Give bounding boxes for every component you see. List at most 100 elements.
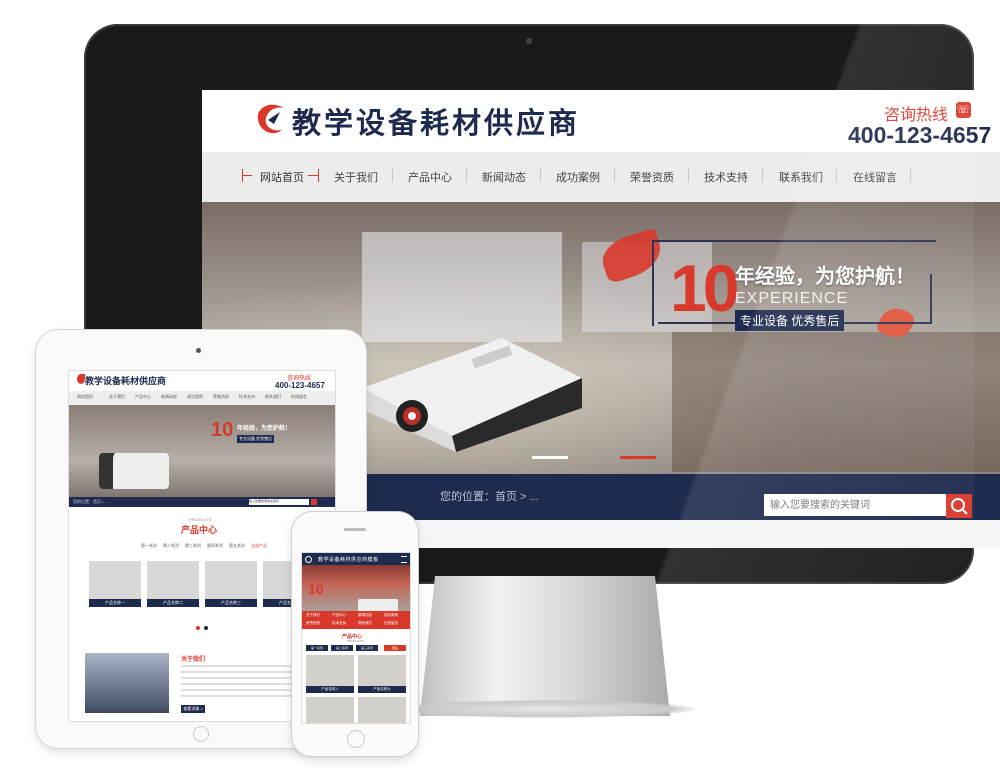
tablet-nav-item[interactable]: 关于我们 — [109, 394, 125, 400]
nav-item-contact[interactable]: 联系我们 — [779, 169, 823, 185]
product-tab[interactable]: 第二系列 — [331, 645, 353, 651]
product-tab[interactable]: 第一系列 — [306, 645, 328, 651]
phone-site-title: 教学设备耗材供应商模板 — [318, 557, 379, 563]
product-tab-more[interactable]: 更多 — [384, 645, 406, 651]
product-card[interactable]: 产品名称八 — [306, 655, 354, 693]
home-button — [193, 726, 209, 742]
products-title: 产品中心 — [181, 525, 218, 535]
phone-nav-item[interactable]: 在线留言 — [384, 621, 398, 626]
about-more-button[interactable]: 查看详情 > — [181, 705, 205, 713]
tablet-nav: 网站首页 关于我们 产品中心 新闻动态 成功案例 荣誉资质 技术支持 联系我们 … — [69, 391, 335, 405]
search-button[interactable] — [946, 494, 972, 518]
phone-nav-item[interactable]: 成功案例 — [384, 613, 398, 618]
phone-screen: 教学设备耗材供应商模板 10 关于我们 产品中心 新闻动态 成功案例 荣誉资质 … — [301, 552, 411, 724]
site-header: 教学设备耗材供应商 咨询热线 ☏ 400-123-4657 — [202, 90, 1000, 152]
phone-nav-grid: 关于我们 产品中心 新闻动态 成功案例 荣誉资质 技术支持 联系我们 在线留言 — [302, 611, 410, 629]
product-card[interactable] — [306, 697, 354, 723]
tablet-nav-item[interactable]: 在线留言 — [291, 394, 307, 400]
product-card[interactable] — [358, 697, 406, 723]
phone-product-tabs: 第一系列 第二系列 第三系列 更多 — [306, 645, 406, 651]
monitor-stand — [420, 576, 670, 716]
phone-icon: ☏ — [956, 102, 971, 118]
products-subtitle: PRODUCTS — [347, 639, 364, 643]
product-tab[interactable]: 第五系列 — [229, 543, 245, 549]
phone-nav-item[interactable]: 新闻动态 — [358, 613, 372, 618]
monitor-stand-base — [392, 700, 696, 718]
experience-headline: 年经验，为您护航！ — [237, 426, 292, 432]
tablet-nav-item[interactable]: 成功案例 — [187, 394, 203, 400]
nav-separator — [910, 169, 911, 182]
about-title: 关于我们 — [181, 657, 206, 663]
site-logo-text[interactable]: 教学设备耗材供应商 — [292, 100, 580, 142]
nav-separator — [466, 169, 467, 182]
carousel-dot-active[interactable] — [196, 626, 200, 630]
product-card[interactable]: 产品名称三 — [205, 561, 257, 607]
product-tab[interactable]: 第三系列 — [185, 543, 201, 549]
product-tab[interactable]: 第一系列 — [141, 543, 157, 549]
product-tab[interactable]: 第四系列 — [207, 543, 223, 549]
phone-nav-item[interactable]: 产品中心 — [332, 613, 346, 618]
phone-nav-item[interactable]: 荣誉资质 — [306, 621, 320, 626]
experience-number: 10 — [308, 581, 324, 597]
product-card[interactable]: 产品名称九 — [358, 655, 406, 693]
nav-item-products[interactable]: 产品中心 — [408, 169, 452, 185]
nav-item-cases[interactable]: 成功案例 — [556, 169, 600, 185]
product-card[interactable]: 产品名称二 — [147, 561, 199, 607]
product-tab-active[interactable]: 全部产品 — [251, 543, 267, 549]
nav-separator — [762, 169, 763, 182]
banner-background-table — [672, 332, 1000, 472]
nav-separator — [614, 169, 615, 182]
breadcrumb: 您的位置：首页 > ... — [73, 499, 109, 504]
speaker-grille — [344, 528, 366, 531]
hotline-number: 400-123-4657 — [848, 122, 992, 148]
nav-active-dash-right — [308, 175, 318, 176]
menu-icon[interactable] — [401, 556, 407, 563]
tablet-nav-item[interactable]: 技术支持 — [239, 394, 255, 400]
tablet-hotline-number: 400-123-4657 — [275, 381, 325, 390]
search-button[interactable] — [311, 499, 317, 505]
search-input[interactable]: 输入您要搜索的关键词 — [249, 499, 309, 505]
search-input[interactable] — [764, 494, 956, 516]
product-tab[interactable]: 第三系列 — [356, 645, 378, 651]
nav-separator — [836, 169, 837, 182]
nav-separator — [688, 169, 689, 182]
product-card-caption: 产品名称九 — [358, 686, 406, 693]
slider-indicator[interactable] — [532, 456, 568, 459]
tablet-logo-text[interactable]: 教学设备耗材供应商 — [85, 374, 166, 387]
tablet-nav-item[interactable]: 产品中心 — [135, 394, 151, 400]
nav-active-dash-left — [242, 175, 252, 176]
carousel-dot[interactable] — [204, 626, 208, 630]
about-image — [85, 653, 169, 713]
product-card[interactable]: 产品名称一 — [89, 561, 141, 607]
product-card-caption: 产品名称一 — [89, 599, 141, 607]
experience-subline: EXPERIENCE — [735, 290, 849, 307]
phone-header: 教学设备耗材供应商模板 — [302, 553, 410, 565]
tablet-nav-item[interactable]: 网站首页 — [77, 394, 93, 400]
camera-icon — [196, 348, 201, 353]
tablet-nav-item[interactable]: 荣誉资质 — [213, 394, 229, 400]
tablet-nav-item[interactable]: 联系我们 — [265, 394, 281, 400]
tablet-nav-item[interactable]: 新闻动态 — [161, 394, 177, 400]
experience-number: 10 — [211, 419, 234, 441]
nav-item-about[interactable]: 关于我们 — [334, 169, 378, 185]
search-icon[interactable] — [305, 556, 312, 563]
slider-indicator-active[interactable] — [620, 456, 656, 459]
nav-separator — [540, 169, 541, 182]
banner-background-window — [362, 232, 562, 342]
nav-item-home[interactable]: 网站首页 — [260, 169, 304, 185]
phone-hero-banner: 10 — [302, 565, 410, 617]
nav-item-honors[interactable]: 荣誉资质 — [630, 169, 674, 185]
nav-item-guestbook[interactable]: 在线留言 — [853, 169, 897, 185]
nav-item-support[interactable]: 技术支持 — [704, 169, 748, 185]
product-tab[interactable]: 第二系列 — [163, 543, 179, 549]
experience-headline: 年经验，为您护航！ — [735, 266, 915, 288]
nav-item-news[interactable]: 新闻动态 — [482, 169, 526, 185]
product-card-caption: 产品名称二 — [147, 599, 199, 607]
main-nav: 网站首页 关于我们 产品中心 新闻动态 成功案例 荣誉资质 技术支持 联系我们 … — [202, 152, 1000, 202]
phone-nav-item[interactable]: 技术支持 — [332, 621, 346, 626]
projector-image — [99, 453, 169, 489]
tablet-search-bar: 您的位置：首页 > ... 输入您要搜索的关键词 — [69, 497, 335, 507]
phone-nav-item[interactable]: 关于我们 — [306, 613, 320, 618]
product-card-caption: 产品名称八 — [306, 686, 354, 693]
phone-nav-item[interactable]: 联系我们 — [358, 621, 372, 626]
